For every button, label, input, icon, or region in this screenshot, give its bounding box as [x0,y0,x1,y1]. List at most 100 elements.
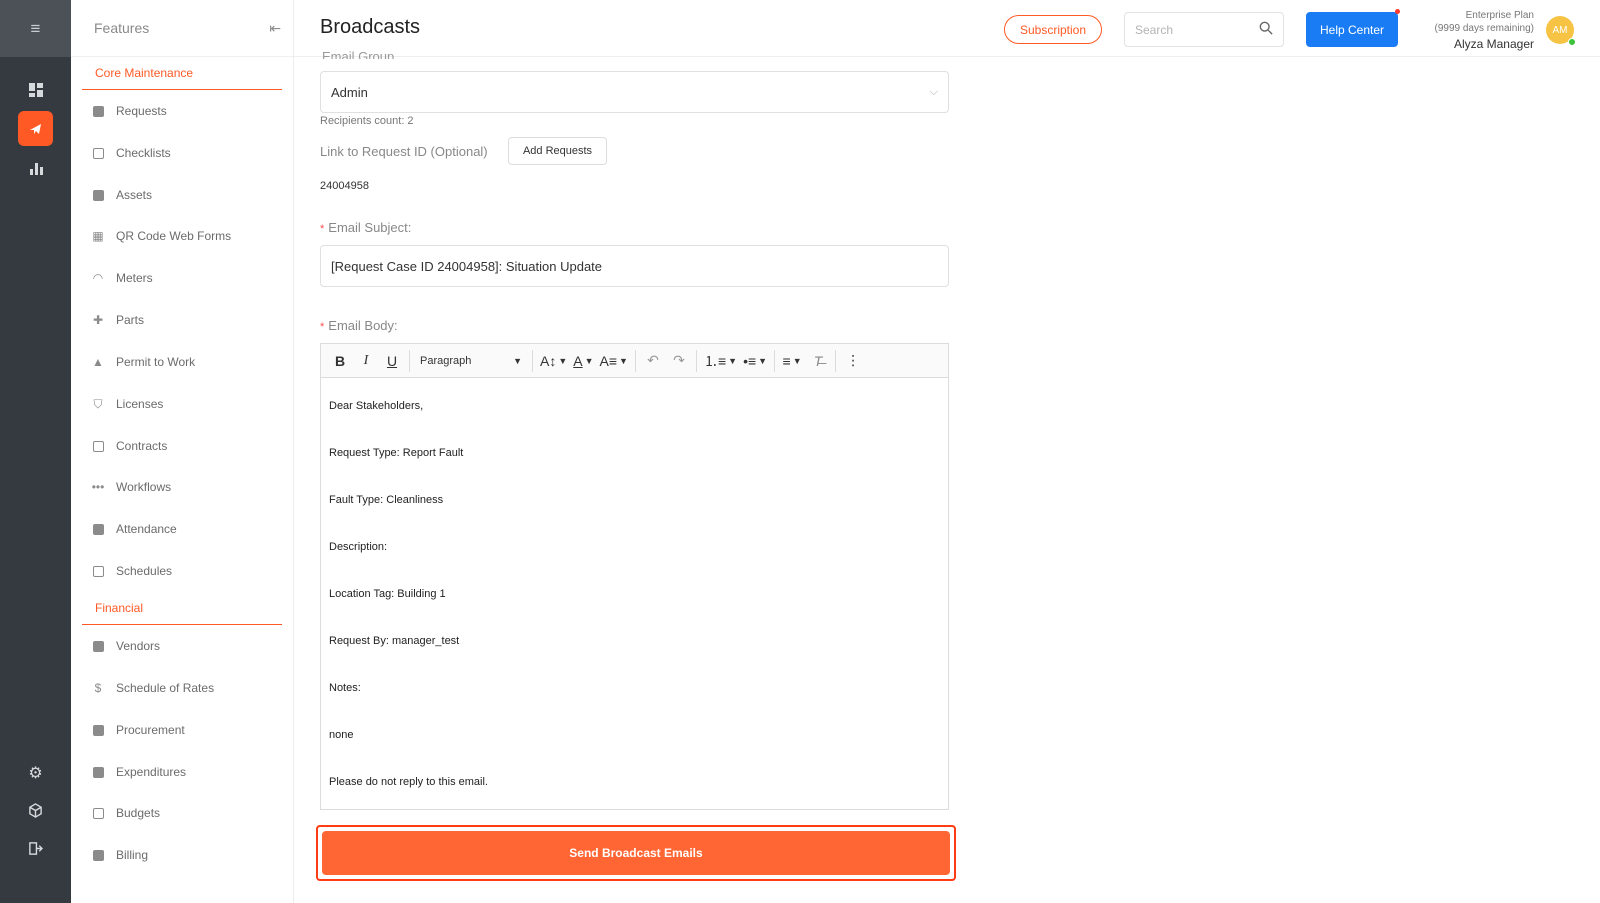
dashboard-icon[interactable] [18,72,53,107]
settings-icon[interactable]: ⚙ [18,755,53,790]
sidebar-item-qr-code-web-forms[interactable]: ▦ QR Code Web Forms [91,225,231,247]
send-broadcast-button[interactable]: Send Broadcast Emails [322,831,950,875]
email-group-select[interactable]: Admin ⌵ [320,71,949,113]
collapse-sidebar-icon[interactable]: ⇤ [269,20,281,37]
chevron-down-icon: ▼ [758,355,768,366]
logout-icon[interactable] [18,831,53,866]
sidebar-item-label: Checklists [116,146,171,160]
highlight-button[interactable]: A≡ ▼ [597,348,631,374]
sidebar-item-requests[interactable]: Requests [91,100,167,122]
required-marker: * [320,223,325,235]
underline-button[interactable]: U [379,348,405,374]
sidebar-item-assets[interactable]: Assets [91,184,152,206]
email-group-value: Admin [331,84,368,100]
broadcast-icon[interactable] [18,111,53,146]
qr-code-icon: ▦ [92,229,104,243]
calculator-icon [91,806,105,820]
sidebar-item-contracts[interactable]: Contracts [91,435,167,457]
subscription-button[interactable]: Subscription [1004,15,1102,44]
more-vertical-icon: ⋮ [846,352,861,368]
sidebar-item-parts[interactable]: ✚ Parts [91,309,144,331]
body-line: Description: [329,541,388,553]
sidebar-item-checklists[interactable]: Checklists [91,142,171,164]
sidebar-item-billing[interactable]: Billing [91,844,148,866]
body-line: Request By: manager_test [329,635,460,647]
help-center-button[interactable]: Help Center [1306,12,1398,47]
body-line: Please do not reply to this email. [329,776,488,788]
notification-dot [1395,9,1400,14]
chevron-down-icon: ▼ [619,355,628,366]
user-name[interactable]: Alyza Manager [1435,37,1534,51]
workflow-icon: ••• [91,480,105,494]
gauge-icon: ◠ [92,271,104,285]
cube-icon[interactable] [18,793,53,828]
toolbar-divider [695,349,697,372]
sidebar-item-schedule-of-rates[interactable]: $ Schedule of Rates [91,677,214,699]
menu-icon: ≡ [30,18,41,38]
email-group-label: Email Group [322,49,395,59]
numbered-list-icon: ⒈≡ [703,352,727,369]
sidebar-item-vendors[interactable]: Vendors [91,635,160,657]
section-core-maintenance: Core Maintenance [95,66,194,80]
sidebar-item-meters[interactable]: ◠ Meters [91,267,153,289]
search-input[interactable] [1135,22,1250,37]
numbered-list-button[interactable]: ⒈≡ ▼ [701,348,740,374]
undo-icon: ↶ [647,352,659,368]
more-options-button[interactable]: ⋮ [840,348,866,374]
sidebar-item-permit-to-work[interactable]: ▲ Permit to Work [91,351,195,373]
sidebar-item-licenses[interactable]: ⛉ Licenses [91,393,163,415]
undo-button[interactable]: ↶ [640,348,666,374]
paragraph-style-dropdown[interactable]: Paragraph ▼ [414,348,528,374]
email-body-content[interactable]: Dear Stakeholders, Request Type: Report … [321,378,948,801]
sidebar-item-attendance[interactable]: Attendance [91,518,177,540]
calendar-icon [91,564,105,578]
sidebar-item-budgets[interactable]: Budgets [91,802,160,824]
puzzle-icon: ✚ [92,313,104,327]
body-line: Request Type: Report Fault [329,447,464,459]
toolbar-divider [532,349,533,372]
hardhat-icon: ▲ [92,355,104,369]
contract-icon [91,439,105,453]
sidebar-item-procurement[interactable]: Procurement [91,719,185,741]
analytics-icon[interactable] [18,150,53,185]
bulleted-list-button[interactable]: •≡ ▼ [740,348,770,374]
sidebar-item-label: Assets [116,188,153,202]
body-line: Dear Stakeholders, [329,400,424,412]
billing-icon [91,848,105,862]
attendance-icon [91,522,105,536]
font-color-button[interactable]: A ▼ [570,348,596,374]
sidebar-item-workflows[interactable]: ••• Workflows [91,476,171,498]
sidebar-item-label: Attendance [116,522,177,536]
store-icon [91,639,105,653]
align-button[interactable]: ≡ ▼ [779,348,805,374]
align-left-icon: ≡ [782,352,791,369]
sidebar-item-expenditures[interactable]: Expenditures [91,761,186,783]
asset-icon [91,188,105,202]
section-financial: Financial [95,601,144,615]
italic-button[interactable]: I [353,348,379,374]
font-size-button[interactable]: A↕ ▼ [537,348,570,374]
add-requests-button[interactable]: Add Requests [508,137,607,165]
body-line: Location Tag: Building 1 [329,588,446,600]
redo-button[interactable]: ↷ [666,348,692,374]
clear-format-button[interactable]: T̶ [805,348,831,374]
email-subject-input[interactable]: [Request Case ID 24004958]: Situation Up… [320,245,949,287]
wallet-icon [91,765,105,779]
search-icon[interactable] [1259,21,1273,38]
section-divider [82,89,282,90]
menu-toggle[interactable]: ≡ [0,0,71,57]
clear-format-icon: T̶ [813,352,823,369]
link-request-label: Link to Request ID (Optional) [320,144,488,159]
sidebar-item-label: Schedules [116,564,173,578]
required-marker: * [320,321,325,333]
highlight-icon: A≡ [599,352,618,369]
font-size-icon: A↕ [540,352,557,369]
bold-button[interactable]: B [327,348,353,374]
sidebar-item-label: QR Code Web Forms [116,229,232,243]
chevron-down-icon: ▼ [513,355,522,366]
sidebar-item-label: Budgets [116,806,161,820]
body-line: none [329,729,354,741]
body-line: Fault Type: Cleanliness [329,494,444,506]
chevron-down-icon: ▼ [728,355,738,366]
sidebar-item-schedules[interactable]: Schedules [91,560,172,582]
